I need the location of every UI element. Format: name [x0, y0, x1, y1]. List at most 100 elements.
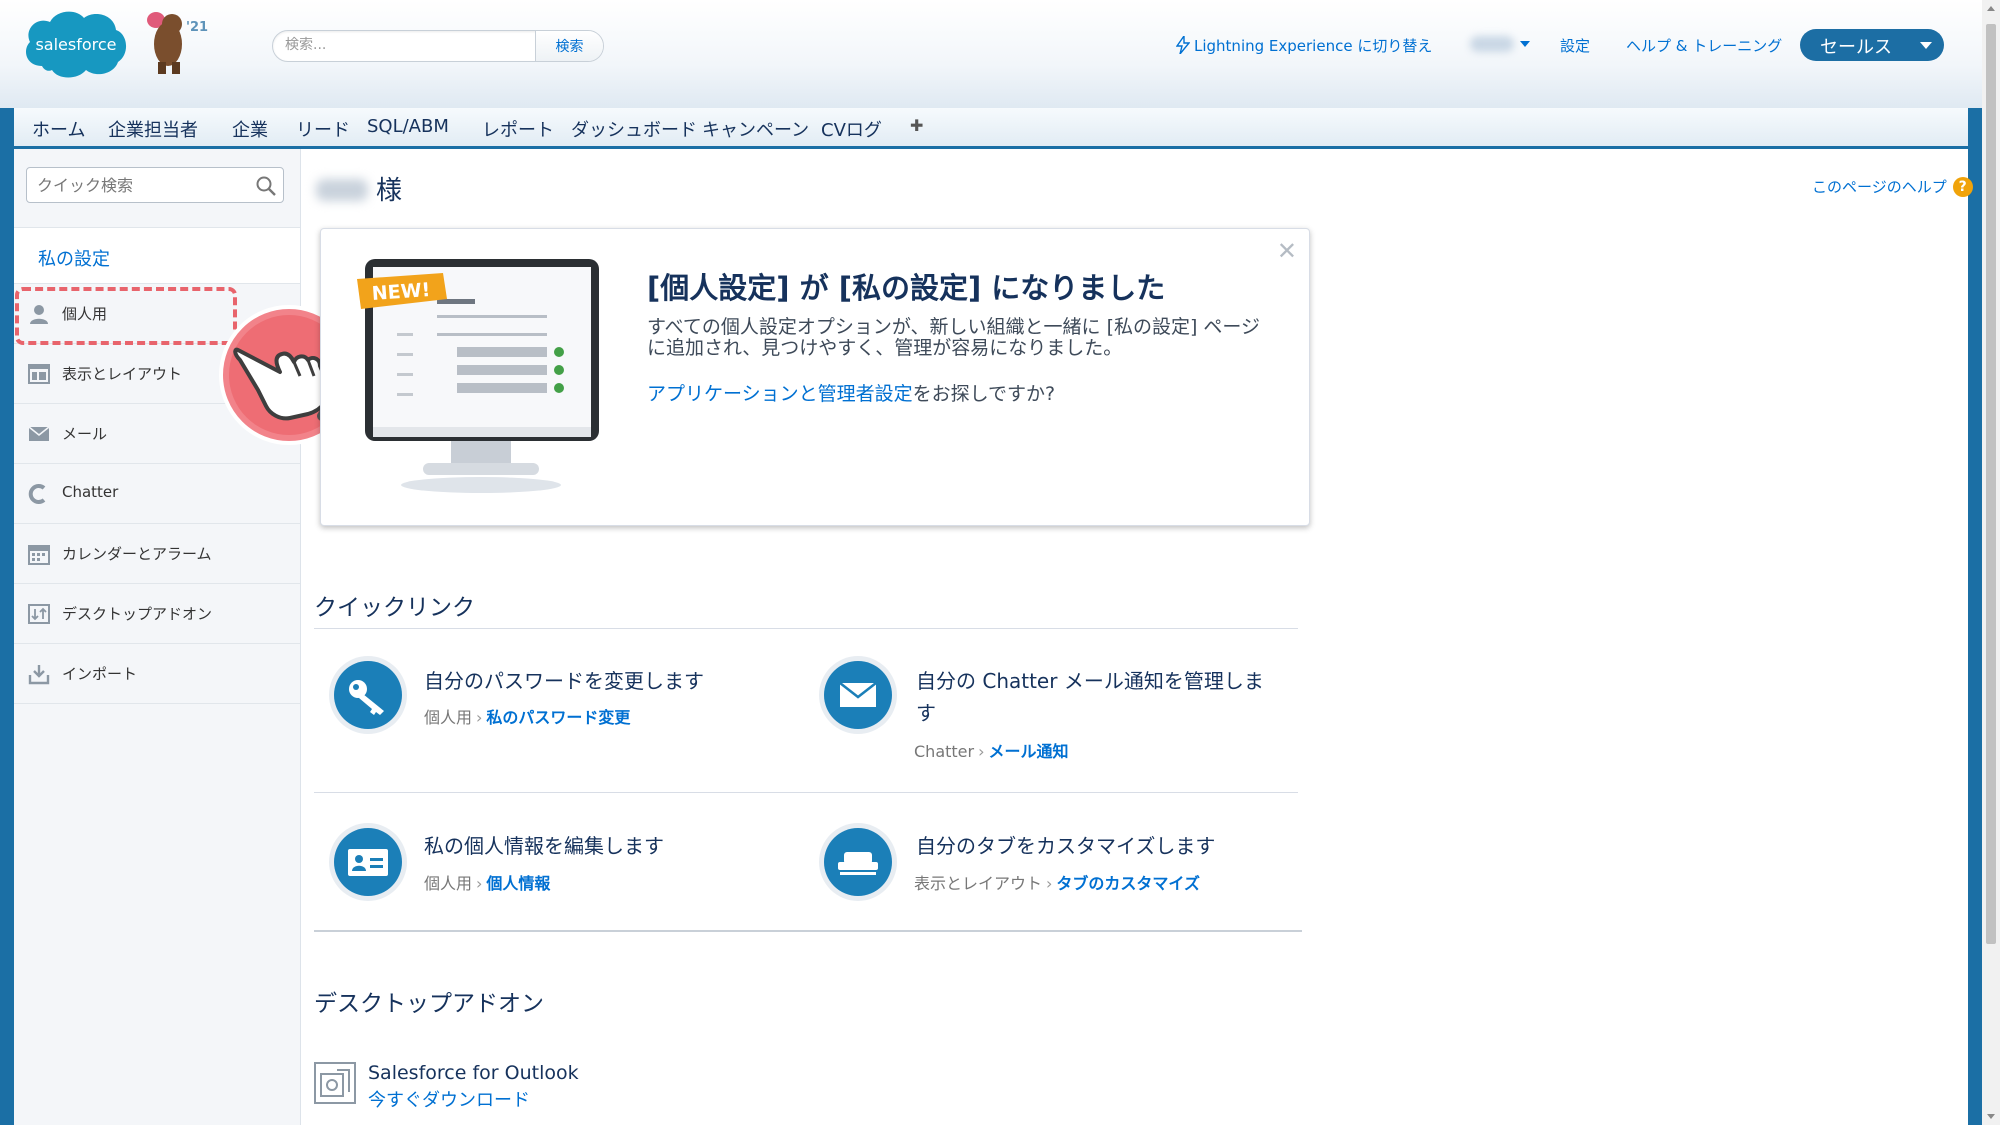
my-settings-label: 私の設定	[38, 249, 110, 270]
vertical-scrollbar[interactable]	[1982, 0, 2000, 1125]
right-frame-strip	[1968, 108, 1982, 1125]
quick-find-input[interactable]	[27, 168, 249, 202]
global-header: salesforce '21 検索 Lightning Experience に…	[0, 0, 1982, 108]
sidebar-item-calendar-alarms[interactable]: カレンダーとアラーム	[14, 523, 300, 584]
scrollbar-thumb[interactable]	[1986, 24, 1996, 944]
tab-campaigns[interactable]: キャンペーン	[702, 116, 809, 142]
change-password-link[interactable]: 私のパスワード変更	[486, 708, 630, 727]
sidebar-item-import[interactable]: インポート	[14, 643, 300, 704]
quick-link-title[interactable]: 自分のタブをカスタマイズします	[916, 830, 1215, 862]
info-banner: ✕ NEW! [個人設定] が [私の設定] になりました すべての個人設定オプ…	[320, 228, 1310, 526]
page-help-label: このページのヘルプ	[1812, 178, 1947, 196]
divider	[314, 792, 1298, 793]
download-now-link[interactable]: 今すぐダウンロード	[368, 1086, 530, 1112]
customize-tabs-link[interactable]: タブのカスタマイズ	[1056, 874, 1200, 893]
app-switcher-button[interactable]: セールス	[1800, 29, 1944, 61]
switch-to-lightning-label: Lightning Experience に切り替え	[1194, 37, 1433, 55]
sidebar-item-label: 表示とレイアウト	[62, 365, 183, 383]
highlight-annotation	[15, 287, 237, 345]
quick-find	[26, 167, 284, 203]
monitor-illustration: NEW!	[357, 259, 599, 493]
envelope-icon[interactable]	[818, 655, 898, 735]
my-settings-heading[interactable]: 私の設定	[14, 227, 300, 284]
search-icon	[256, 176, 276, 196]
user-menu[interactable]	[1470, 32, 1540, 56]
tab-contacts[interactable]: 企業担当者	[108, 116, 198, 142]
quick-links-heading: クイックリンク	[314, 595, 475, 621]
salesforce-logo[interactable]: salesforce	[22, 6, 130, 80]
user-name-redacted	[1470, 36, 1514, 52]
tab-leads[interactable]: リード	[296, 116, 350, 142]
banner-title: [個人設定] が [私の設定] になりました	[647, 271, 1166, 305]
tab-dashboards[interactable]: ダッシュボード	[571, 116, 697, 142]
chevron-right-icon: ›	[476, 874, 483, 893]
lightning-bolt-icon	[1176, 36, 1190, 54]
release-badge: '21	[186, 20, 209, 35]
sidebar-item-label: カレンダーとアラーム	[62, 545, 212, 563]
quick-link-crumb-parent: 表示とレイアウト	[914, 874, 1043, 893]
help-training-link[interactable]: ヘルプ & トレーニング	[1626, 35, 1782, 56]
apps-admin-settings-link[interactable]: アプリケーションと管理者設定	[647, 383, 913, 405]
sidebar-item-desktop-addons[interactable]: デスクトップアドオン	[14, 583, 300, 644]
page-title-suffix: 様	[376, 176, 403, 206]
tab-sql-abm[interactable]: SQL/ABM	[367, 116, 449, 137]
user-name-redacted	[316, 179, 368, 201]
global-search-button[interactable]: 検索	[535, 31, 603, 61]
quick-link-title[interactable]: 私の個人情報を編集します	[424, 830, 664, 862]
quick-link-breadcrumb: Chatter › メール通知	[914, 738, 1069, 762]
chevron-right-icon: ›	[476, 708, 483, 727]
tab-bar: ホーム 企業担当者 企業 リード SQL/ABM レポート ダッシュボード キャ…	[14, 108, 1968, 149]
sidebar-item-label: メール	[62, 425, 108, 443]
quick-link-title[interactable]: 自分の Chatter メール通知を管理します	[916, 665, 1276, 729]
banner-body: すべての個人設定オプションが、新しい組織と一緒に [私の設定] ページに追加され…	[647, 316, 1261, 359]
sidebar-item-label: デスクトップアドオン	[62, 605, 213, 623]
layout-icon	[28, 364, 50, 384]
tab-home[interactable]: ホーム	[32, 116, 85, 142]
tab-accounts[interactable]: 企業	[232, 116, 268, 142]
tab-cv-log[interactable]: CVログ	[821, 116, 882, 142]
divider	[314, 628, 1298, 629]
chevron-down-icon	[1520, 41, 1530, 47]
banner-link-suffix: をお探しですか?	[912, 383, 1056, 405]
tabs-icon[interactable]	[818, 822, 898, 902]
calendar-icon	[28, 545, 50, 565]
email-notifications-link[interactable]: メール通知	[989, 742, 1069, 761]
tab-reports[interactable]: レポート	[482, 116, 554, 142]
page-title: 様	[316, 170, 402, 207]
chatter-icon	[28, 484, 46, 504]
import-icon	[28, 665, 50, 685]
mascot-bear-icon	[147, 12, 182, 74]
setup-link[interactable]: 設定	[1560, 35, 1590, 56]
id-card-icon[interactable]	[328, 822, 408, 902]
quick-link-breadcrumb: 個人用 › 個人情報	[424, 870, 550, 894]
quick-link-crumb-parent: 個人用	[424, 708, 473, 727]
page-help-link[interactable]: このページのヘルプ?	[1812, 176, 1973, 197]
quick-link-crumb-parent: 個人用	[424, 874, 473, 893]
scroll-down-icon[interactable]	[1987, 1114, 1995, 1119]
close-icon[interactable]: ✕	[1277, 237, 1297, 265]
outlook-addon-title: Salesforce for Outlook	[368, 1062, 579, 1084]
divider	[314, 930, 1302, 932]
desktop-addons-heading: デスクトップアドオン	[314, 991, 544, 1017]
chevron-right-icon: ›	[978, 742, 985, 761]
sidebar-item-label: Chatter	[62, 483, 119, 501]
quick-link-title[interactable]: 自分のパスワードを変更します	[424, 665, 704, 697]
left-frame-strip	[0, 108, 14, 1125]
add-tab-plus-icon[interactable]: ✚	[910, 116, 923, 135]
switch-to-lightning-link[interactable]: Lightning Experience に切り替え	[1176, 35, 1432, 56]
quick-link-breadcrumb: 個人用 › 私のパスワード変更	[424, 704, 630, 728]
key-icon[interactable]	[328, 655, 408, 735]
help-question-icon: ?	[1952, 177, 1973, 197]
sidebar-item-label: インポート	[62, 665, 138, 683]
scroll-up-icon[interactable]	[1987, 6, 1995, 11]
global-search: 検索	[272, 30, 604, 62]
chevron-down-icon	[1920, 42, 1932, 49]
outlook-addon-icon	[314, 1062, 356, 1104]
desktop-addon-icon	[28, 604, 50, 624]
personal-info-link[interactable]: 個人情報	[486, 874, 550, 893]
envelope-icon	[28, 426, 50, 441]
sidebar-item-chatter[interactable]: Chatter	[14, 463, 300, 524]
global-search-input[interactable]	[273, 31, 547, 59]
chevron-right-icon: ›	[1046, 874, 1053, 893]
new-badge: NEW!	[371, 279, 431, 305]
